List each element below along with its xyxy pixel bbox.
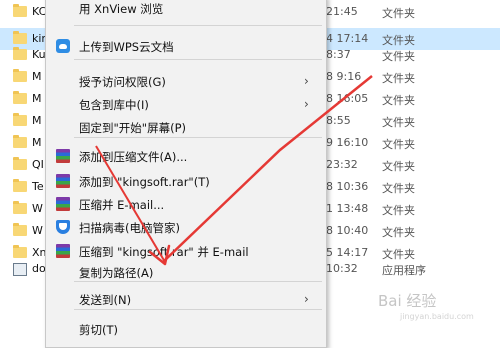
file-type: 文件夹 (382, 182, 415, 195)
file-name: M (32, 136, 42, 149)
menu-item[interactable]: 发送到(N) › (46, 288, 326, 310)
file-modified-time: 8 16:05 (326, 92, 369, 105)
menu-item-label: 包含到库中(I) (79, 98, 149, 112)
file-modified-time: 8 9:16 (326, 70, 362, 83)
menu-item[interactable]: 固定到"开始"屏幕(P) (46, 116, 326, 138)
context-menu: 用 XnView 浏览 上传到WPS云文档 授予访问权限(G) › 包含到库中(I) › 固… (45, 0, 327, 348)
file-name: do (32, 262, 46, 275)
file-name: M (32, 114, 42, 127)
menu-item[interactable]: 添加到压缩文件(A)... (46, 145, 326, 167)
folder-icon (13, 223, 27, 236)
menu-item-label: 上传到WPS云文档 (79, 40, 174, 54)
menu-item-label: 添加到 "kingsoft.rar"(T) (79, 175, 210, 189)
menu-separator (74, 59, 322, 60)
folder-icon (13, 91, 27, 104)
menu-separator (74, 309, 322, 310)
folder-icon (13, 69, 27, 82)
folder-icon (13, 245, 27, 258)
chevron-right-icon: › (304, 292, 309, 306)
folder-icon (13, 179, 27, 192)
winrar-icon (56, 174, 70, 188)
file-type: 文件夹 (382, 116, 415, 129)
file-type: 文件夹 (382, 226, 415, 239)
menu-item[interactable]: 压缩到 "kingsoft.rar" 并 E-mail (46, 240, 326, 262)
file-type: 应用程序 (382, 264, 426, 277)
menu-item-label: 扫描病毒(电脑管家) (79, 221, 180, 235)
file-modified-time: 9 16:10 (326, 136, 369, 149)
folder-icon (13, 157, 27, 170)
file-modified-time: 8 10:40 (326, 224, 369, 237)
file-modified-time: 10:32 (326, 262, 358, 275)
file-modified-time: 21:45 (326, 5, 358, 18)
menu-item[interactable]: 添加到 "kingsoft.rar"(T) (46, 170, 326, 192)
file-name: M (32, 70, 42, 83)
file-type: 文件夹 (382, 160, 415, 173)
menu-separator (74, 281, 322, 282)
menu-item[interactable]: 包含到库中(I) › (46, 93, 326, 115)
file-modified-time: 8:37 (326, 48, 351, 61)
chevron-right-icon: › (304, 97, 309, 111)
file-type: 文件夹 (382, 7, 415, 20)
file-type: 文件夹 (382, 138, 415, 151)
menu-item[interactable]: 压缩并 E-mail... (46, 193, 326, 215)
file-modified-time: 8 10:36 (326, 180, 369, 193)
winrar-icon (56, 197, 70, 211)
file-name: Te (32, 180, 44, 193)
menu-item-label: 授予访问权限(G) (79, 75, 166, 89)
menu-item[interactable]: 剪切(T) (46, 318, 326, 340)
folder-icon (13, 47, 27, 60)
menu-separator (74, 25, 322, 26)
file-modified-time: 23:32 (326, 158, 358, 171)
wps-cloud-icon (56, 39, 70, 53)
folder-icon (13, 113, 27, 126)
menu-item-label: 发送到(N) (79, 293, 132, 307)
menu-separator (74, 137, 322, 138)
file-name: Ku (32, 48, 46, 61)
folder-icon (13, 31, 27, 44)
menu-item-label: 压缩到 "kingsoft.rar" 并 E-mail (79, 245, 249, 259)
file-modified-time: 8:55 (326, 114, 351, 127)
menu-item[interactable]: 复制为路径(A) (46, 261, 326, 283)
app-icon (13, 263, 27, 276)
folder-icon (13, 201, 27, 214)
winrar-icon (56, 244, 70, 258)
file-name: W (32, 224, 43, 237)
file-type: 文件夹 (382, 204, 415, 217)
menu-item-label: 剪切(T) (79, 323, 118, 337)
menu-item-label: 压缩并 E-mail... (79, 198, 165, 212)
file-type: 文件夹 (382, 94, 415, 107)
file-name: M (32, 92, 42, 105)
menu-item-label: 添加到压缩文件(A)... (79, 150, 188, 164)
baidu-watermark-url: jingyan.baidu.com (400, 312, 474, 321)
menu-item[interactable]: 授予访问权限(G) › (46, 70, 326, 92)
file-name: QI (32, 158, 44, 171)
shield-icon (56, 220, 70, 234)
menu-item[interactable]: 用 XnView 浏览 (46, 0, 326, 19)
folder-icon (13, 135, 27, 148)
folder-icon (13, 4, 27, 17)
file-name: W (32, 202, 43, 215)
file-type: 文件夹 (382, 72, 415, 85)
file-modified-time: 1 13:48 (326, 202, 369, 215)
menu-item-label: 固定到"开始"屏幕(P) (79, 121, 186, 135)
menu-item[interactable]: 扫描病毒(电脑管家) (46, 216, 326, 238)
menu-item-label: 用 XnView 浏览 (79, 2, 164, 16)
menu-item[interactable]: 上传到WPS云文档 (46, 35, 326, 57)
chevron-right-icon: › (304, 74, 309, 88)
file-type: 文件夹 (382, 50, 415, 63)
winrar-icon (56, 149, 70, 163)
baidu-watermark: Bai 经验 (378, 292, 437, 310)
menu-item-label: 复制为路径(A) (79, 266, 154, 280)
